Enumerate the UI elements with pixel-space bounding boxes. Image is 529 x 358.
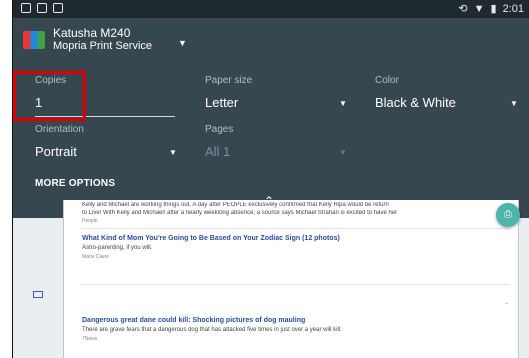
notification-icon: [21, 3, 31, 13]
printer-name: Katusha M240: [53, 26, 131, 40]
clock: 2:01: [502, 2, 524, 15]
story-title: What Kind of Mom You're Going to Be Base…: [82, 235, 340, 242]
orientation-label: Orientation: [35, 124, 84, 135]
copies-highlight: [13, 71, 86, 121]
color-select[interactable]: Black & White: [375, 95, 456, 110]
printer-dropdown-icon[interactable]: ▼: [178, 38, 187, 48]
story-title: Dangerous great dane could kill: Shockin…: [82, 317, 306, 324]
screen: ⟲ ▼ ▮ 2:01 Katusha M240 Mopria Print Ser…: [12, 0, 529, 358]
print-preview-page: Kelly and Michael are working things out…: [63, 200, 519, 358]
divider: [80, 228, 510, 229]
mail-icon: [33, 291, 43, 298]
story-text: Astro-parenting, if you will.: [82, 245, 153, 251]
divider: [80, 284, 510, 285]
printer-service: Mopria Print Service: [53, 40, 153, 52]
story-source: Marie Claire: [82, 254, 109, 260]
printer-selector[interactable]: Katusha M240 Mopria Print Service: [23, 26, 152, 53]
chevron-down-icon[interactable]: ▼: [510, 99, 518, 108]
rotation-lock-icon: ⟲: [458, 3, 468, 15]
notification-icon: [53, 3, 63, 13]
pages-select[interactable]: All 1: [205, 144, 230, 159]
print-options-panel: Katusha M240 Mopria Print Service ▼ Copi…: [13, 18, 529, 218]
battery-icon: ▮: [490, 3, 497, 15]
notification-icon: [37, 3, 47, 13]
chevron-down-icon: ⌄: [504, 300, 510, 306]
story-text: There are grave fears that a dangerous d…: [82, 327, 342, 333]
chevron-down-icon[interactable]: ▼: [339, 148, 347, 157]
color-label: Color: [375, 75, 399, 86]
more-options-button[interactable]: MORE OPTIONS: [35, 178, 115, 189]
story-source: 7News: [82, 336, 98, 342]
pages-label: Pages: [205, 124, 234, 135]
story-text: Kelly and Michael are working things out…: [82, 202, 389, 208]
mopria-logo-icon: [23, 30, 45, 49]
chevron-down-icon[interactable]: ▼: [169, 148, 177, 157]
status-bar: ⟲ ▼ ▮ 2:01: [13, 0, 529, 18]
print-fab-button[interactable]: ⎙: [496, 203, 520, 227]
story-source: People: [82, 218, 98, 224]
paper-size-select[interactable]: Letter: [205, 95, 238, 110]
paper-size-label: Paper size: [205, 75, 253, 86]
wifi-icon: ▼: [473, 2, 485, 15]
orientation-select[interactable]: Portrait: [35, 144, 77, 159]
chevron-down-icon[interactable]: ▼: [339, 99, 347, 108]
story-text: to Live! With Kelly and Michael! after a…: [82, 210, 398, 216]
